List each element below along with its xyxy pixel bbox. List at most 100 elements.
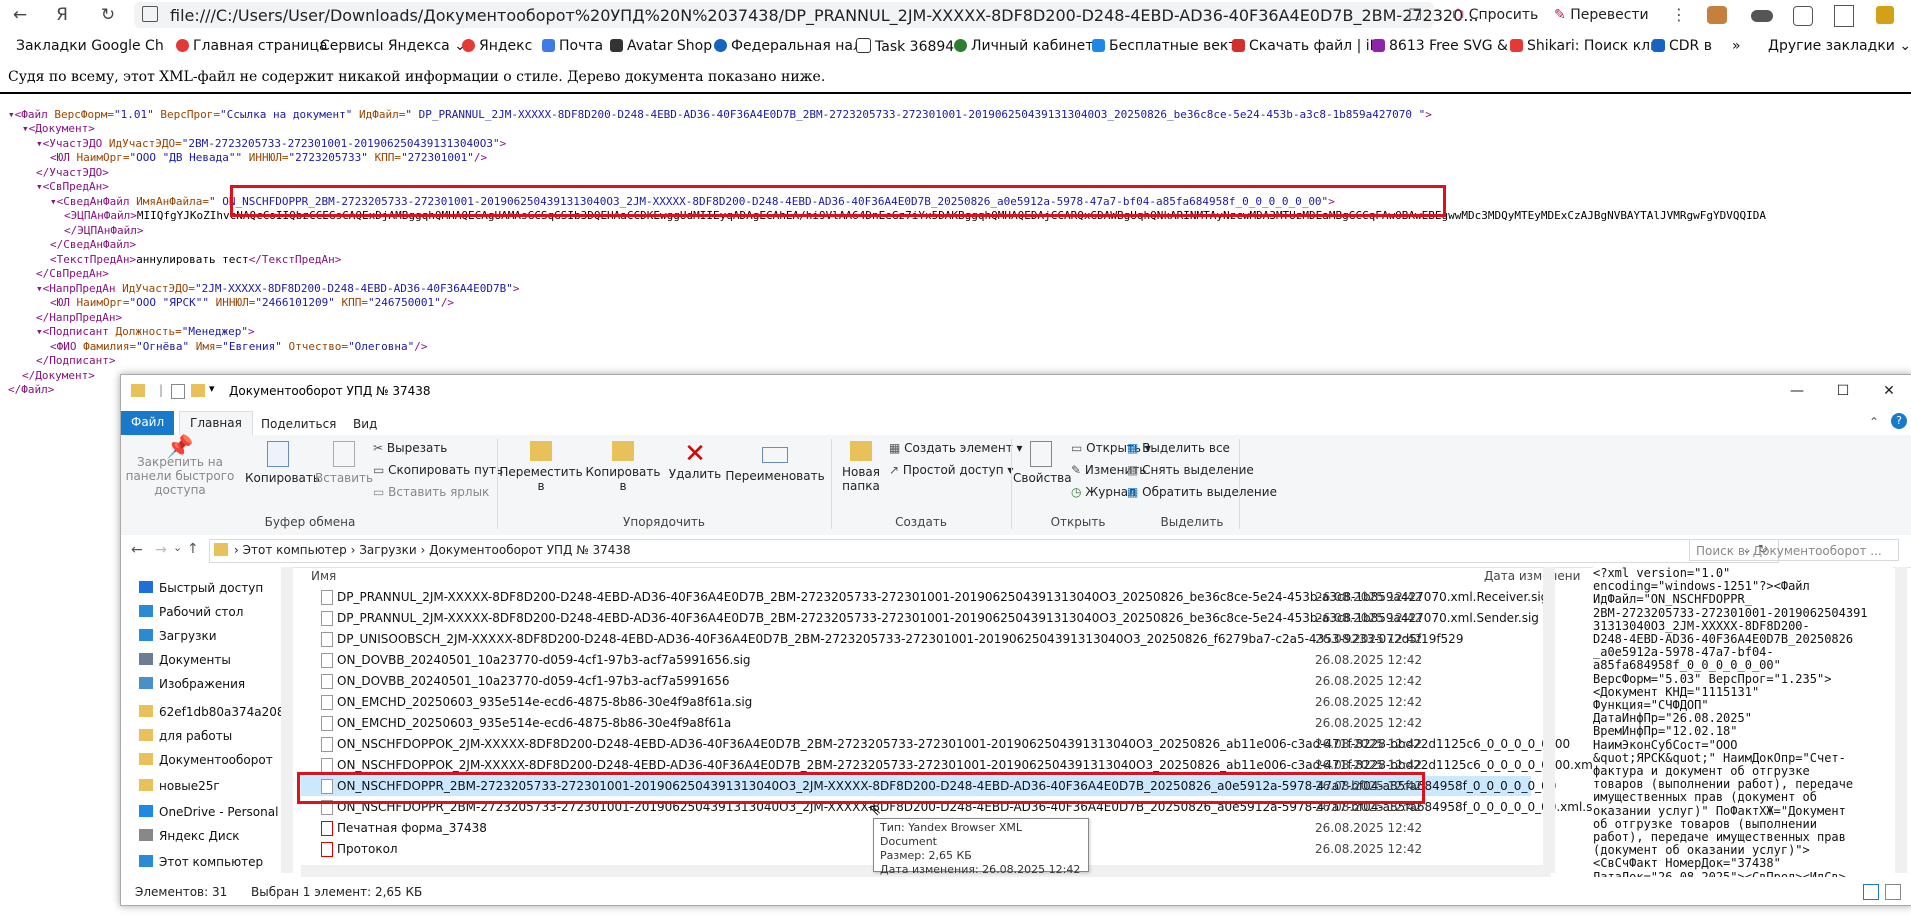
bookmark-item[interactable]: Личный кабинет <box>954 38 1093 54</box>
file-row[interactable]: ON_EMCHD_20250603_935e514e-ecd6-4875-8b8… <box>301 692 1531 712</box>
nav-item[interactable]: Этот компьютер <box>139 855 263 869</box>
move-to-button[interactable]: Переместить в <box>499 441 583 493</box>
bookmark-item[interactable]: Task 36894 <box>856 38 954 55</box>
up-icon[interactable]: ↑ <box>187 541 199 557</box>
nav-item-icon <box>139 805 153 817</box>
item-count: Элементов: 31 <box>135 885 228 899</box>
nav-item[interactable]: Яндекс Диск <box>139 829 240 843</box>
properties-button[interactable]: Свойства <box>1013 441 1072 485</box>
qat-dropdown-icon[interactable]: ▾ <box>209 382 215 395</box>
extension-icon-2[interactable] <box>1751 10 1773 22</box>
bookmark-item[interactable]: Яндекс <box>462 38 532 54</box>
recent-dropdown-icon[interactable]: ⌄ <box>173 541 182 554</box>
list-scrollbar[interactable] <box>1543 567 1555 873</box>
nav-item[interactable]: 62ef1db80a374a208 <box>139 705 285 719</box>
address-row: ← → ⌄ ↑ › Этот компьютер › Загрузки › До… <box>121 535 1911 568</box>
other-bookmarks[interactable]: Другие закладки ⌄ <box>1768 38 1911 54</box>
breadcrumb-item[interactable]: Документооборот УПД № 37438 <box>429 543 631 557</box>
file-row[interactable]: ON_EMCHD_20250603_935e514e-ecd6-4875-8b8… <box>301 713 1531 733</box>
nav-item[interactable]: OneDrive - Personal <box>139 805 278 819</box>
close-icon[interactable]: ✕ <box>1879 383 1899 401</box>
file-row[interactable]: ON_DOVBB_20240501_10a23770-d059-4cf1-97b… <box>301 650 1531 670</box>
nav-item[interactable]: Быстрый доступ <box>139 581 263 595</box>
extensions-icon[interactable] <box>1793 6 1813 26</box>
bookmark-item[interactable]: Федеральная нал <box>714 38 862 54</box>
copy-path-button[interactable]: ▭ Скопировать путь <box>373 463 503 477</box>
nav-item[interactable]: Документы <box>139 653 231 667</box>
bookmark-item[interactable]: Скачать файл | iL <box>1232 38 1377 54</box>
bookmark-item[interactable]: Бесплатные векто <box>1092 38 1245 54</box>
breadcrumb-item[interactable]: Этот компьютер <box>243 543 347 557</box>
bookmark-item[interactable]: Shikari: Поиск кли <box>1510 38 1659 54</box>
reload-icon[interactable]: ↻ <box>96 5 120 25</box>
delete-button[interactable]: ✕ Удалить <box>665 441 725 481</box>
bookmark-item[interactable]: 8613 Free SVG & <box>1372 38 1508 54</box>
breadcrumb[interactable]: › Этот компьютер › Загрузки › Документоо… <box>209 539 1779 563</box>
cut-button[interactable]: ✂ Вырезать <box>373 441 447 455</box>
downloads-icon[interactable] <box>1834 5 1854 27</box>
tab-share[interactable]: Поделиться <box>251 413 346 435</box>
collapse-ribbon-icon[interactable]: ⌃ <box>1869 415 1879 429</box>
pdf-file-icon <box>321 842 333 857</box>
nav-item[interactable]: Документооборот <box>139 753 273 767</box>
extension-icon[interactable] <box>1707 6 1727 24</box>
minimize-icon[interactable]: — <box>1787 383 1807 401</box>
easy-access-button[interactable]: ↗ Простой доступ ▾ <box>889 463 1013 477</box>
file-row[interactable]: ON_NSCHFDOPPOK_2JM-XXXXX-8DF8D200-D248-4… <box>301 734 1570 754</box>
nav-item[interactable]: Изображения <box>139 677 245 691</box>
bookmark-item[interactable]: Avatar Shop <box>610 38 712 54</box>
paste-button[interactable]: Вставить <box>315 441 373 485</box>
new-item-button[interactable]: ▦ Создать элемент ▾ <box>889 441 1023 455</box>
menu-icon[interactable]: ⋮ <box>1671 5 1687 24</box>
select-none-button[interactable]: ▦ Снять выделение <box>1127 463 1254 477</box>
nav-item[interactable]: Загрузки <box>139 629 217 643</box>
bookmark-item[interactable]: CDR в <box>1652 38 1712 54</box>
url-text[interactable]: file:///C:/Users/User/Downloads/Документ… <box>170 6 1479 25</box>
bookmark-item[interactable]: Закладки Google Ch <box>16 38 164 54</box>
paste-shortcut-button[interactable]: ▭ Вставить ярлык <box>373 485 489 499</box>
large-icons-view-icon[interactable] <box>1885 884 1901 900</box>
profile-icon[interactable] <box>1876 6 1894 24</box>
bookmark-item[interactable]: Сервисы Яндекса ⌄ <box>320 38 466 54</box>
pin-button[interactable]: 📌 Закрепить на панели быстрого доступа <box>125 437 235 498</box>
invert-selection-button[interactable]: ▦ Обратить выделение <box>1127 485 1277 499</box>
nav-item[interactable]: для работы <box>139 729 232 743</box>
tab-file[interactable]: Файл <box>121 411 175 435</box>
nav-item[interactable]: новые25г <box>139 779 220 793</box>
bookmark-item[interactable]: Главная страница <box>176 38 328 54</box>
paste-icon <box>333 441 355 467</box>
back-icon[interactable]: ← <box>8 5 32 25</box>
rename-button[interactable]: Переименовать <box>725 441 825 483</box>
group-open-label: Открыть <box>1050 515 1106 529</box>
details-view-icon[interactable] <box>1863 884 1879 900</box>
more-bookmarks-icon[interactable]: » <box>1732 38 1741 54</box>
file-row[interactable]: ON_DOVBB_20240501_10a23770-d059-4cf1-97b… <box>301 671 1531 691</box>
nav-scrollbar[interactable] <box>281 567 293 873</box>
select-all-button[interactable]: ▦ Выделить все <box>1127 441 1230 455</box>
back-icon[interactable]: ← <box>131 542 143 558</box>
properties-icon[interactable] <box>171 384 185 399</box>
tab-view[interactable]: Вид <box>343 413 387 435</box>
new-folder-button[interactable]: Новая папка <box>833 441 889 493</box>
bookmark-icon[interactable]: ☐ <box>1408 5 1422 24</box>
ask-button[interactable]: ⬡ Спросить <box>1452 4 1538 26</box>
search-input[interactable]: Поиск в: Документооборот ... <box>1689 539 1899 561</box>
bookmark-item[interactable]: Почта <box>542 38 603 54</box>
file-name: DP_UNISOOBSCH_2JM-XXXXX-8DF8D200-D248-4E… <box>337 632 1464 646</box>
help-icon[interactable]: ? <box>1891 413 1907 429</box>
file-name: ON_DOVBB_20240501_10a23770-d059-4cf1-97b… <box>337 653 751 667</box>
file-row[interactable]: DP_UNISOOBSCH_2JM-XXXXX-8DF8D200-D248-4E… <box>301 629 1531 649</box>
copy-to-button[interactable]: Копировать в <box>583 441 663 493</box>
nav-item[interactable]: Рабочий стол <box>139 605 243 619</box>
translate-button[interactable]: ✎ Перевести <box>1554 4 1649 26</box>
new-folder-icon[interactable] <box>191 384 205 397</box>
forward-icon[interactable]: → <box>155 542 167 558</box>
copy-button[interactable]: Копировать <box>245 441 320 485</box>
file-row[interactable]: DP_PRANNUL_2JM-XXXXX-8DF8D200-D248-4EBD-… <box>301 608 1539 628</box>
breadcrumb-item[interactable]: Загрузки <box>359 543 417 557</box>
yandex-icon[interactable]: Я <box>50 5 74 25</box>
maximize-icon[interactable]: ☐ <box>1833 383 1853 401</box>
preview-scrollbar[interactable] <box>1895 567 1907 873</box>
file-row[interactable]: DP_PRANNUL_2JM-XXXXX-8DF8D200-D248-4EBD-… <box>301 587 1548 607</box>
tab-home[interactable]: Главная <box>179 411 253 436</box>
